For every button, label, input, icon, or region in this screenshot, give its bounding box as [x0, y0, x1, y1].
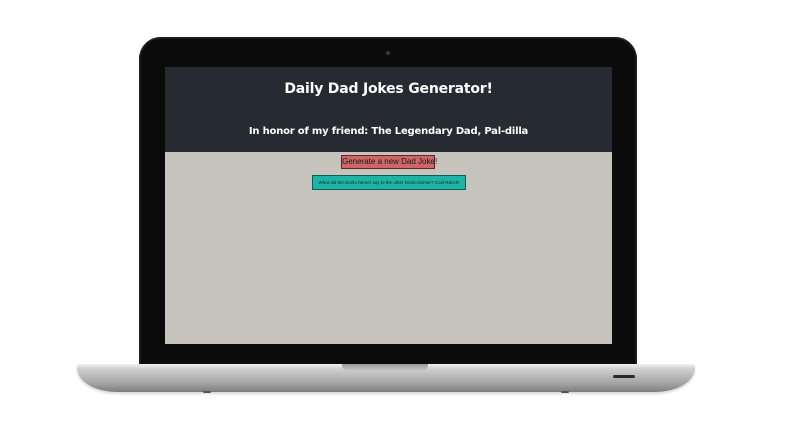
foot-right: [561, 391, 569, 393]
foot-left: [203, 391, 211, 393]
joke-display: What did the Dorito farmer say to the ot…: [312, 175, 466, 190]
status-light-icon: [613, 375, 635, 378]
generate-joke-button[interactable]: Generate a new Dad Joke!: [341, 155, 437, 169]
page-title: Daily Dad Jokes Generator!: [284, 81, 493, 97]
opening-notch: [342, 364, 428, 371]
site-header: Daily Dad Jokes Generator! In honor of m…: [165, 67, 612, 152]
webcam-icon: [386, 51, 390, 55]
laptop-screen: Daily Dad Jokes Generator! In honor of m…: [165, 67, 612, 344]
laptop-mockup: Daily Dad Jokes Generator! In honor of m…: [0, 0, 796, 442]
page-subtitle: In honor of my friend: The Legendary Dad…: [248, 126, 529, 137]
laptop-base: [77, 364, 695, 393]
laptop-lid: Daily Dad Jokes Generator! In honor of m…: [139, 37, 637, 369]
